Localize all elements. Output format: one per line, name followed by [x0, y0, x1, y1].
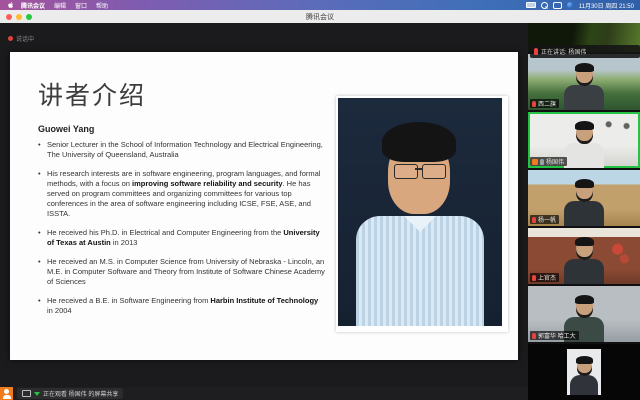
speaker-photo-inner: [338, 98, 502, 326]
person-hair: [575, 237, 594, 246]
mic-icon: [532, 217, 536, 223]
speaker-photo: [336, 96, 508, 332]
battery-icon[interactable]: [526, 2, 536, 8]
person-hair: [576, 356, 593, 364]
bullet-text: He received his Ph.D. in Electrical and …: [47, 228, 326, 248]
bullet-item: •He received an M.S. in Computer Science…: [38, 257, 326, 287]
person-body: [564, 201, 604, 226]
speaking-toast-text: 正在讲话: 杨国伟: [541, 47, 586, 56]
menubar-menu-item[interactable]: 腾讯会议: [21, 1, 45, 10]
download-arrow-icon: [34, 392, 40, 396]
mic-icon: [532, 333, 536, 339]
person-body: [570, 375, 598, 395]
person-silhouette: [567, 349, 601, 395]
spotlight-icon[interactable]: [541, 2, 548, 9]
bullet-dot: •: [38, 228, 47, 248]
mic-icon: [532, 275, 536, 281]
bullet-dot: •: [38, 169, 47, 219]
participant-name: 上官杰: [538, 273, 556, 282]
share-status-pill[interactable]: 正在观看 杨国伟 的屏幕共享: [17, 388, 123, 399]
person-body: [564, 85, 604, 110]
shared-screen-area: 说话中 讲者介绍 Guowei Yang •Senior Lecturer in…: [0, 23, 528, 400]
presence-indicator: 说话中: [8, 34, 34, 43]
participants-sidebar[interactable]: 西二旗杨国伟杨一帆上官杰郭富华 哈工大 正在讲话: 杨国伟: [528, 23, 640, 400]
portrait-glasses-right: [422, 164, 446, 179]
menubar-menus: 腾讯会议编辑窗口帮助: [21, 1, 108, 10]
bullet-text: He received a B.E. in Software Engineeri…: [47, 296, 326, 316]
slide-bullets: •Senior Lecturer in the School of Inform…: [38, 140, 326, 325]
participant-tile[interactable]: 郭富华 哈工大: [528, 286, 640, 342]
menubar-status-area: 11月30日 周四 21:50: [526, 1, 640, 10]
participant-tile[interactable]: [528, 344, 640, 400]
participant-name-label: 上官杰: [530, 273, 559, 282]
participant-name-label: 杨一帆: [530, 215, 559, 224]
participant-name: 郭富华 哈工大: [538, 331, 576, 340]
macos-menubar: 腾讯会议编辑窗口帮助 11月30日 周四 21:50: [0, 0, 640, 10]
meeting-content: 说话中 讲者介绍 Guowei Yang •Senior Lecturer in…: [0, 23, 640, 400]
presentation-slide: 讲者介绍 Guowei Yang •Senior Lecturer in the…: [10, 52, 518, 360]
speaker-name-heading: Guowei Yang: [38, 124, 94, 134]
menubar-menu-item[interactable]: 帮助: [96, 1, 108, 10]
participant-name-label: 西二旗: [530, 99, 559, 108]
person-body: [564, 143, 604, 168]
bullet-dot: •: [38, 296, 47, 316]
participant-tile[interactable]: 杨国伟: [528, 112, 640, 168]
participant-tile[interactable]: 杨一帆: [528, 170, 640, 226]
screen: 腾讯会议编辑窗口帮助 11月30日 周四 21:50 腾讯会议 说话中: [0, 0, 640, 400]
bullet-text: Senior Lecturer in the School of Informa…: [47, 140, 326, 160]
portrait-glasses-left: [394, 164, 418, 179]
apple-logo-icon[interactable]: [8, 2, 14, 8]
monitor-icon: [22, 390, 31, 397]
speaking-toast: 正在讲话: 杨国伟: [530, 45, 640, 58]
bullet-item: •His research interests are in software …: [38, 169, 326, 219]
person-hair: [575, 179, 594, 188]
participant-name: 杨一帆: [538, 215, 556, 224]
speaking-dot-icon: [8, 36, 13, 41]
bullet-item: •Senior Lecturer in the School of Inform…: [38, 140, 326, 160]
share-status-text: 正在观看 杨国伟 的屏幕共享: [43, 389, 118, 398]
bullet-text: His research interests are in software e…: [47, 169, 326, 219]
menubar-clock[interactable]: 11月30日 周四 21:50: [579, 1, 634, 10]
bullet-item: •He received a B.E. in Software Engineer…: [38, 296, 326, 316]
person-body: [564, 259, 604, 284]
slide-title: 讲者介绍: [38, 76, 146, 112]
menubar-menu-item[interactable]: 编辑: [54, 1, 66, 10]
participant-name: 西二旗: [538, 99, 556, 108]
participant-tile[interactable]: 上官杰: [528, 228, 640, 284]
participant-name: 杨国伟: [546, 157, 564, 166]
mic-icon: [540, 159, 544, 165]
participant-name-label: 杨国伟: [530, 157, 567, 166]
bullet-dot: •: [38, 140, 47, 160]
bullet-item: •He received his Ph.D. in Electrical and…: [38, 228, 326, 248]
person-hair: [575, 121, 594, 130]
window-title: 腾讯会议: [0, 12, 640, 22]
person-hair: [575, 295, 594, 304]
host-badge-icon: [532, 159, 538, 165]
mic-icon: [532, 101, 536, 107]
portrait-glasses-bridge: [415, 168, 423, 170]
control-center-icon[interactable]: [553, 2, 562, 9]
menubar-menu-item[interactable]: 窗口: [75, 1, 87, 10]
bottom-statusbar: 正在观看 杨国伟 的屏幕共享: [0, 387, 528, 400]
participant-list: 西二旗杨国伟杨一帆上官杰郭富华 哈工大: [528, 23, 640, 400]
mic-icon: [534, 48, 538, 55]
window-titlebar: 腾讯会议: [0, 10, 640, 24]
share-app-icon[interactable]: [0, 387, 13, 400]
presence-label: 说话中: [16, 34, 34, 43]
portrait-shirt: [356, 216, 484, 326]
participant-name-label: 郭富华 哈工大: [530, 331, 579, 340]
portrait-hair: [382, 122, 456, 162]
id-photo: [567, 349, 601, 395]
participant-tile[interactable]: 西二旗: [528, 54, 640, 110]
person-hair: [575, 63, 594, 72]
meeting-app-icon[interactable]: [567, 2, 573, 8]
bullet-text: He received an M.S. in Computer Science …: [47, 257, 326, 287]
bullet-dot: •: [38, 257, 47, 287]
